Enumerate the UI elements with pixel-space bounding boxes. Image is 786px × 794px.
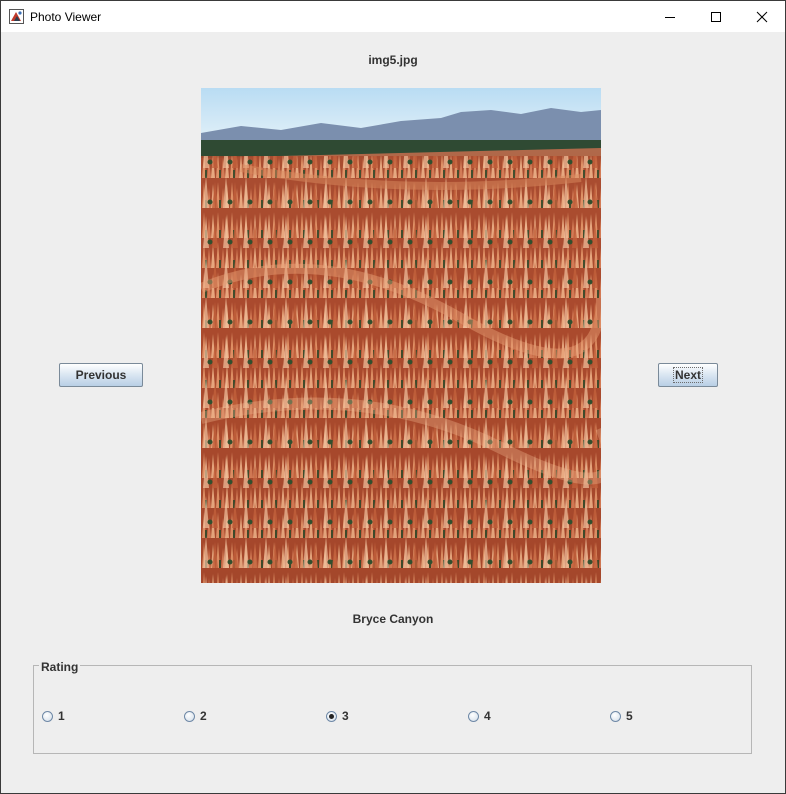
image-caption-label: Bryce Canyon [352, 612, 434, 626]
window-title: Photo Viewer [30, 10, 102, 24]
rating-option-label: 5 [626, 709, 633, 723]
rating-option-label: 2 [200, 709, 207, 723]
rating-radio-5[interactable]: 5 [610, 709, 633, 723]
close-icon [756, 11, 768, 22]
minimize-icon [665, 16, 675, 18]
radio-icon[interactable] [184, 710, 195, 722]
close-button[interactable] [739, 1, 785, 32]
title-bar[interactable]: Photo Viewer [1, 1, 785, 32]
photo-display [201, 88, 601, 583]
radio-icon[interactable] [42, 710, 53, 722]
maximize-button[interactable] [693, 1, 739, 32]
radio-icon[interactable] [610, 710, 621, 722]
landscape-photo-image [201, 88, 601, 583]
rating-group: Rating 1 2 3 4 5 [33, 660, 752, 754]
rating-option-label: 1 [58, 709, 65, 723]
rating-option-label: 4 [484, 709, 491, 723]
rating-radio-3[interactable]: 3 [326, 709, 349, 723]
next-button-label: Next [672, 367, 703, 383]
rating-option-label: 3 [342, 709, 349, 723]
minimize-button[interactable] [647, 1, 693, 32]
rating-radio-1[interactable]: 1 [42, 709, 65, 723]
rating-radio-4[interactable]: 4 [468, 709, 491, 723]
rating-radio-2[interactable]: 2 [184, 709, 207, 723]
previous-button[interactable]: Previous [59, 363, 143, 387]
radio-selected-icon[interactable] [326, 710, 337, 722]
maximize-icon [711, 11, 721, 22]
main-panel: img5.jpg Bryce Canyon Previous Next Rati… [1, 32, 785, 793]
radio-icon[interactable] [468, 710, 479, 722]
java-app-icon [9, 9, 24, 24]
photo-viewer-window: Photo Viewer img5.jpg Bryce Canyon Previ… [0, 0, 786, 794]
image-filename-label: img5.jpg [368, 53, 418, 67]
rating-legend: Rating [39, 660, 81, 674]
next-button[interactable]: Next [658, 363, 718, 387]
